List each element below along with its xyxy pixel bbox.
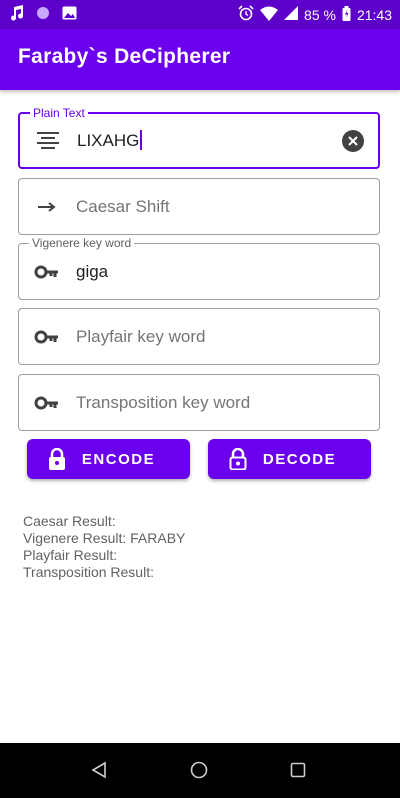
key-icon <box>33 326 61 348</box>
key-icon <box>33 261 61 283</box>
caesar-shift-field[interactable]: Caesar Shift <box>18 178 380 235</box>
transposition-key-field[interactable]: Transposition key word <box>18 374 380 431</box>
playfair-result: Playfair Result: <box>23 547 118 563</box>
transposition-key-input[interactable]: Transposition key word <box>76 393 250 413</box>
decode-label: DECODE <box>262 450 337 468</box>
plain-text-field[interactable]: Plain Text LIXAHG <box>18 106 380 169</box>
vigenere-key-input[interactable]: giga <box>76 262 108 282</box>
caesar-result: Caesar Result: <box>23 513 116 529</box>
circle-icon <box>36 6 50 25</box>
key-icon <box>33 392 61 414</box>
image-icon <box>62 6 77 25</box>
plain-text-label: Plain Text <box>30 106 88 120</box>
encode-label: ENCODE <box>81 450 156 468</box>
home-circle-icon <box>190 761 208 779</box>
decode-button[interactable]: DECODE <box>208 439 371 479</box>
wifi-icon <box>260 6 279 24</box>
unlock-icon <box>228 447 248 471</box>
playfair-key-field[interactable]: Playfair key word <box>18 308 380 365</box>
encode-button[interactable]: ENCODE <box>27 439 190 479</box>
transposition-result: Transposition Result: <box>23 564 154 580</box>
text-lines-icon <box>34 130 62 152</box>
back-triangle-icon <box>91 761 106 779</box>
clock: 21:43 <box>356 6 392 23</box>
music-note-icon <box>10 5 24 26</box>
clear-text-button[interactable] <box>342 129 364 152</box>
status-bar: 85 % 21:43 <box>0 0 400 29</box>
caesar-shift-input[interactable]: Caesar Shift <box>76 197 170 217</box>
app-title: Faraby`s DeCipherer <box>18 45 231 68</box>
alarm-icon <box>238 5 254 24</box>
app-bar: Faraby`s DeCipherer <box>0 29 400 90</box>
recents-square-icon <box>290 762 306 778</box>
vigenere-key-field[interactable]: Vigenere key word giga <box>18 236 380 300</box>
close-icon <box>348 135 358 146</box>
results-panel: Caesar Result: Vigenere Result: FARABY P… <box>23 513 185 581</box>
home-button[interactable] <box>190 761 208 784</box>
navigation-bar <box>0 743 400 798</box>
plain-text-input[interactable]: LIXAHG <box>77 130 143 151</box>
vigenere-key-label: Vigenere key word <box>29 236 135 250</box>
recents-button[interactable] <box>290 762 306 783</box>
playfair-key-input[interactable]: Playfair key word <box>76 327 205 347</box>
back-button[interactable] <box>90 761 108 784</box>
signal-icon <box>284 6 299 23</box>
lock-icon <box>47 447 67 470</box>
battery-icon <box>342 5 351 24</box>
vigenere-result: Vigenere Result: FARABY <box>23 530 186 546</box>
battery-level: 85 % <box>304 6 336 23</box>
arrow-right-icon <box>33 196 61 218</box>
